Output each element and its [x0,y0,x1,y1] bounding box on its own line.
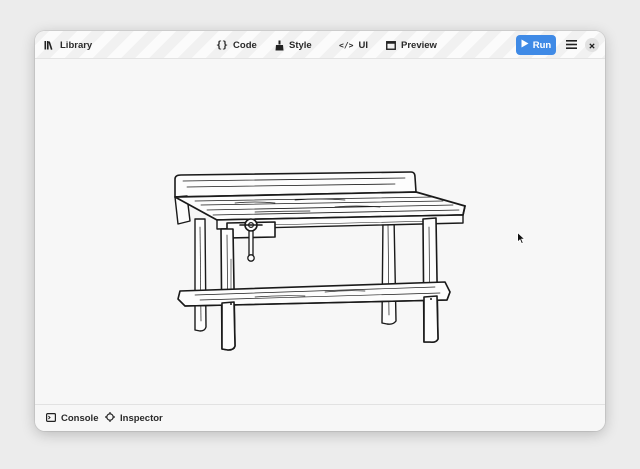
tab-preview[interactable]: Preview [386,31,437,59]
hamburger-menu-icon [565,36,577,54]
run-button[interactable]: Run [516,35,556,55]
app-window: Library {} Code Style </> UI Preview Run… [35,31,605,431]
style-brush-icon [275,40,284,51]
tab-style[interactable]: Style [275,31,312,59]
code-braces-icon: {} [216,39,229,51]
preview-window-icon [386,40,396,50]
console-label: Console [61,413,99,424]
mouse-cursor-icon [517,231,526,250]
inspector-button[interactable]: Inspector [105,405,163,431]
inspector-crosshair-icon [105,412,115,425]
title-bar: Library {} Code Style </> UI Preview Run [35,31,605,59]
tab-code-label: Code [233,39,257,51]
console-button[interactable]: Console [46,405,98,431]
preview-canvas[interactable] [35,59,605,404]
run-label: Run [532,39,552,51]
inspector-label: Inspector [120,413,163,424]
tab-style-label: Style [289,39,312,51]
tab-code[interactable]: {} Code [216,31,257,59]
tab-ui[interactable]: </> UI [339,31,368,59]
close-icon [589,36,595,54]
console-icon [46,412,57,425]
status-bar: Console Inspector [35,404,605,431]
menu-button[interactable] [563,37,579,53]
play-icon [521,39,529,51]
library-icon [44,40,55,50]
tab-preview-label: Preview [401,39,437,51]
ui-tag-icon: </> [339,40,354,50]
library-label: Library [60,39,93,51]
close-button[interactable] [585,38,599,52]
library-button[interactable]: Library [44,31,92,59]
tab-ui-label: UI [358,39,368,51]
